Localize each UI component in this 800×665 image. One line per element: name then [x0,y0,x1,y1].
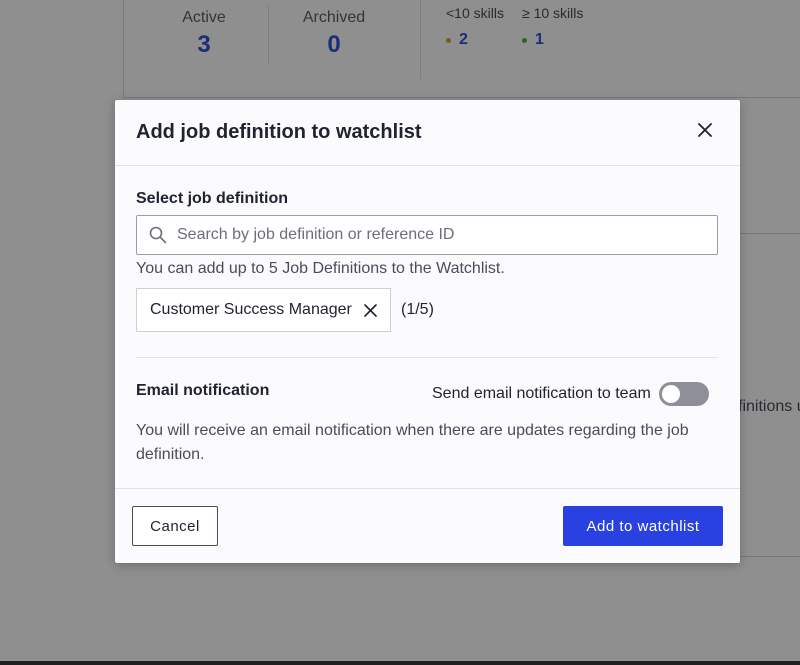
search-input[interactable] [177,226,697,244]
divider [136,357,718,358]
email-notification-label: Email notification [136,382,270,399]
email-description: You will receive an email notification w… [136,422,689,463]
email-toggle-row: Send email notification to team [432,382,709,406]
modal-body: Select job definition You can add up to … [115,166,740,488]
modal-header: Add job definition to watchlist [115,100,740,166]
helper-text: You can add up to 5 Job Definitions to t… [136,260,505,277]
search-field[interactable] [136,215,718,255]
selected-job-label: Customer Success Manager [150,301,352,318]
close-button[interactable] [692,117,718,143]
select-job-label: Select job definition [136,190,289,207]
close-icon [364,303,378,317]
email-toggle-label: Send email notification to team [432,385,651,402]
email-notification-toggle[interactable] [658,382,709,406]
selected-job-chip: Customer Success Manager [136,288,391,332]
search-icon [149,226,167,244]
toggle-knob [661,385,680,403]
close-icon [698,122,712,137]
add-watchlist-modal: Add job definition to watchlist Select j… [115,100,740,563]
selection-count: (1/5) [401,301,434,318]
modal-footer: Cancel Add to watchlist [115,488,740,563]
modal-title: Add job definition to watchlist [136,121,422,143]
add-to-watchlist-button[interactable]: Add to watchlist [563,506,723,546]
remove-job-button[interactable] [362,301,380,319]
cancel-button[interactable]: Cancel [132,506,218,546]
